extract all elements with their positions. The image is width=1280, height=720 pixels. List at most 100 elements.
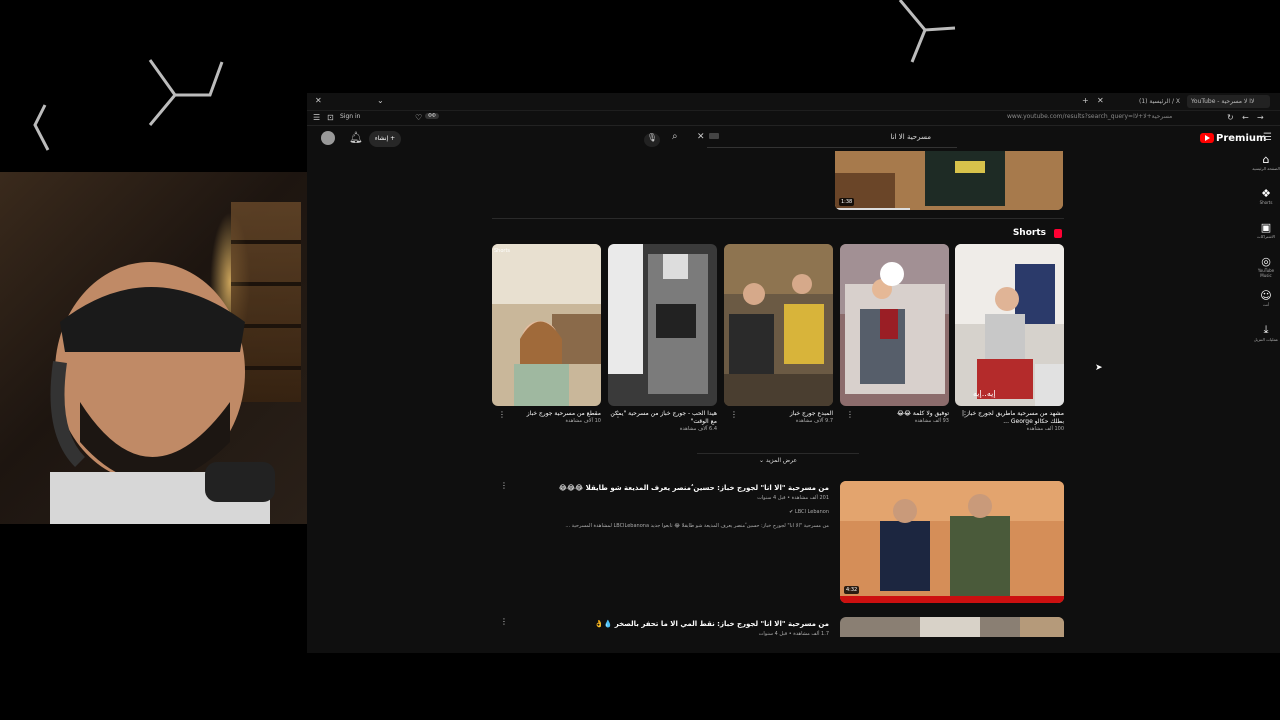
mic-icon[interactable]: 🎙︎: [644, 133, 660, 147]
streamer-image: [50, 262, 275, 524]
shorts-icon: ❖: [1261, 187, 1271, 200]
shorts-heading: Shorts: [1012, 228, 1046, 238]
chevron-down-icon[interactable]: ⌄: [377, 96, 384, 106]
sidebar-label: Shorts: [1259, 200, 1273, 205]
shield-icon[interactable]: ⊡: [327, 113, 334, 123]
short-thumbnail[interactable]: Shorts: [492, 244, 601, 406]
avatar[interactable]: [321, 131, 335, 145]
verified-icon: ✔: [789, 509, 794, 515]
short-thumbnail[interactable]: إيه..إيه: [955, 244, 1064, 406]
video-meta: 1.7 ألف مشاهدة • قبل 4 سنوات: [758, 631, 829, 637]
more-options-icon[interactable]: ⋮: [498, 410, 506, 419]
browser-window: ✕ ⌄ + ✕ (1) الرئيسية / X YouTube - لاا ل…: [307, 93, 1280, 653]
sidebar-item-music[interactable]: ◎ YouTube Music: [1252, 255, 1280, 289]
home-icon: ⌂: [1262, 153, 1270, 166]
short-views: 6.4 آلاف مشاهدة: [679, 426, 717, 432]
more-options-icon[interactable]: ⋮: [500, 617, 508, 626]
more-options-icon[interactable]: ⋮: [614, 410, 622, 419]
sidebar-label: الاشتراكات: [1256, 234, 1276, 239]
video-result[interactable]: 4:32 من مسرحية "الا انا" لجورج خباز: حسي…: [492, 481, 1064, 611]
clear-search-icon[interactable]: ✕: [697, 132, 705, 142]
sidebar-item-you[interactable]: ☺ أنت: [1252, 289, 1280, 323]
mouse-cursor-icon: ➤: [1095, 363, 1103, 373]
sidebar-label: YouTube Music: [1257, 268, 1275, 278]
short-thumbnail[interactable]: [724, 244, 833, 406]
sidebar-item-home[interactable]: ⌂ الصفحة الرئيسية: [1252, 153, 1280, 187]
short-card[interactable]: هيدا الحب - جورج خباز من مسرحية "يمكن مع…: [608, 244, 717, 432]
reload-icon[interactable]: ↻: [1227, 113, 1234, 123]
tab-bar: ✕ ⌄ + ✕ (1) الرئيسية / X YouTube - لاا ل…: [307, 93, 1280, 111]
close-icon[interactable]: ✕: [315, 96, 322, 106]
short-card[interactable]: إيه..إيه مشهد من مسرحية ماطريق لجورج خبا…: [955, 244, 1064, 432]
short-card[interactable]: Shorts مقطع من مسرحية جورج خباز 10 آلاف …: [492, 244, 601, 424]
search-box[interactable]: ⌕ ✕ مسرحية الا انا: [672, 129, 957, 148]
shorts-icon: [1054, 229, 1062, 238]
short-title[interactable]: توفيق ولا كلمة 😂😂: [840, 410, 949, 418]
youtube-header: 🔔︎ إنشاء + 🎙︎ ⌕ ✕ مسرحية الا انا Premium…: [307, 126, 1280, 152]
more-options-icon[interactable]: ⋮: [500, 481, 508, 490]
keyboard-icon[interactable]: [709, 133, 719, 139]
search-input[interactable]: مسرحية الا انا: [891, 133, 931, 141]
url-field[interactable]: www.youtube.com/results?search_query=مسر…: [1007, 113, 1172, 120]
sidebar-item-subscriptions[interactable]: ▣ الاشتراكات: [1252, 221, 1280, 255]
divider: [492, 218, 1064, 219]
short-title[interactable]: مقطع من مسرحية جورج خباز: [492, 410, 601, 418]
address-bar: ☰ ⊡ Sign in ♡ ΦΦ www.youtube.com/results…: [307, 111, 1280, 126]
new-tab-icon[interactable]: +: [1082, 96, 1089, 106]
channel-name[interactable]: ✔ LBCI Lebanon: [789, 509, 829, 515]
short-title[interactable]: مشهد من مسرحية ماطريق لجورج خباز | بطلك …: [955, 410, 1064, 426]
chevron-down-icon: ⌄: [758, 457, 764, 464]
show-more-label: عرض المزيد: [765, 457, 798, 464]
you-icon: ☺: [1260, 289, 1272, 302]
short-views: 10 آلاف مشاهدة: [565, 418, 601, 424]
short-views: 100 ألف مشاهدة: [1026, 426, 1064, 432]
show-more-button[interactable]: ⌄ عرض المزيد: [697, 453, 859, 468]
forward-icon[interactable]: →: [1257, 113, 1264, 123]
more-options-icon[interactable]: ⋮: [961, 410, 969, 419]
create-label: إنشاء: [374, 135, 389, 142]
short-title[interactable]: هيدا الحب - جورج خباز من مسرحية "يمكن مع…: [608, 410, 717, 426]
video-meta: 201 ألف مشاهدة • قبل 4 سنوات: [757, 495, 829, 501]
sidebar-label: أنت: [1262, 302, 1270, 307]
video-duration: 4:32: [844, 586, 860, 594]
short-overlay-text: Shorts: [494, 248, 511, 254]
video-result[interactable]: من مسرحية "الا انا" لجورج خباز: نقط المي…: [492, 617, 1064, 647]
short-card[interactable]: المبدع جورج خباز 9.7 آلاف مشاهدة ⋮: [724, 244, 833, 424]
short-views: 93 ألف مشاهدة: [914, 418, 949, 424]
youtube-premium-logo[interactable]: Premium: [1200, 133, 1266, 144]
short-thumbnail[interactable]: [840, 244, 949, 406]
short-card[interactable]: توفيق ولا كلمة 😂😂 93 ألف مشاهدة ⋮: [840, 244, 949, 424]
more-options-icon[interactable]: ⋮: [730, 410, 738, 419]
sidebar-label: الصفحة الرئيسية: [1252, 166, 1280, 171]
video-thumbnail[interactable]: 1:38: [835, 151, 1063, 210]
tab-x[interactable]: (1) الرئيسية / X: [1135, 95, 1184, 108]
channel-label: LBCI Lebanon: [794, 509, 829, 515]
youtube-sidebar: ⌂ الصفحة الرئيسية ❖ Shorts ▣ الاشتراكات ◎ Yo…: [1252, 153, 1280, 357]
video-title[interactable]: من مسرحية "الا انا" لجورج خباز: نقط المي…: [595, 620, 829, 628]
more-options-icon[interactable]: ⋮: [846, 410, 854, 419]
video-title[interactable]: من مسرحية "الا انا" لجورج خباز: حسين ُمن…: [559, 484, 829, 492]
video-description: من مسرحية "الا انا" لجورج خباز: حسين ُمن…: [565, 523, 829, 529]
zoom-badge: ΦΦ: [425, 113, 439, 119]
music-icon: ◎: [1261, 255, 1271, 268]
create-button[interactable]: إنشاء +: [369, 131, 401, 147]
close-icon[interactable]: ✕: [1097, 96, 1104, 106]
sign-in-link[interactable]: Sign in: [340, 113, 360, 120]
tab-youtube[interactable]: YouTube - لاا لا مسرحية: [1187, 95, 1270, 108]
sidebar-item-downloads[interactable]: ⤓ عمليات التنزيل: [1252, 323, 1280, 357]
sidebar-item-shorts[interactable]: ❖ Shorts: [1252, 187, 1280, 221]
search-results: 1:38 Shorts إيه..إيه مشهد من مسرحية ماطر…: [492, 151, 1064, 651]
subscriptions-icon: ▣: [1260, 221, 1272, 234]
short-title[interactable]: المبدع جورج خباز: [724, 410, 833, 418]
short-thumbnail[interactable]: [608, 244, 717, 406]
menu-icon[interactable]: ☰: [313, 113, 320, 123]
bookmark-icon[interactable]: ♡: [415, 113, 422, 123]
watch-progress: [835, 208, 910, 210]
bell-icon[interactable]: 🔔︎: [349, 132, 363, 143]
back-icon[interactable]: ←: [1242, 113, 1249, 123]
hamburger-menu-icon[interactable]: ☰: [1263, 133, 1272, 143]
video-thumbnail[interactable]: 4:32: [840, 481, 1064, 603]
video-thumbnail[interactable]: [840, 617, 1064, 637]
short-overlay-text: إيه..إيه: [973, 389, 996, 398]
search-icon[interactable]: ⌕: [672, 132, 678, 142]
